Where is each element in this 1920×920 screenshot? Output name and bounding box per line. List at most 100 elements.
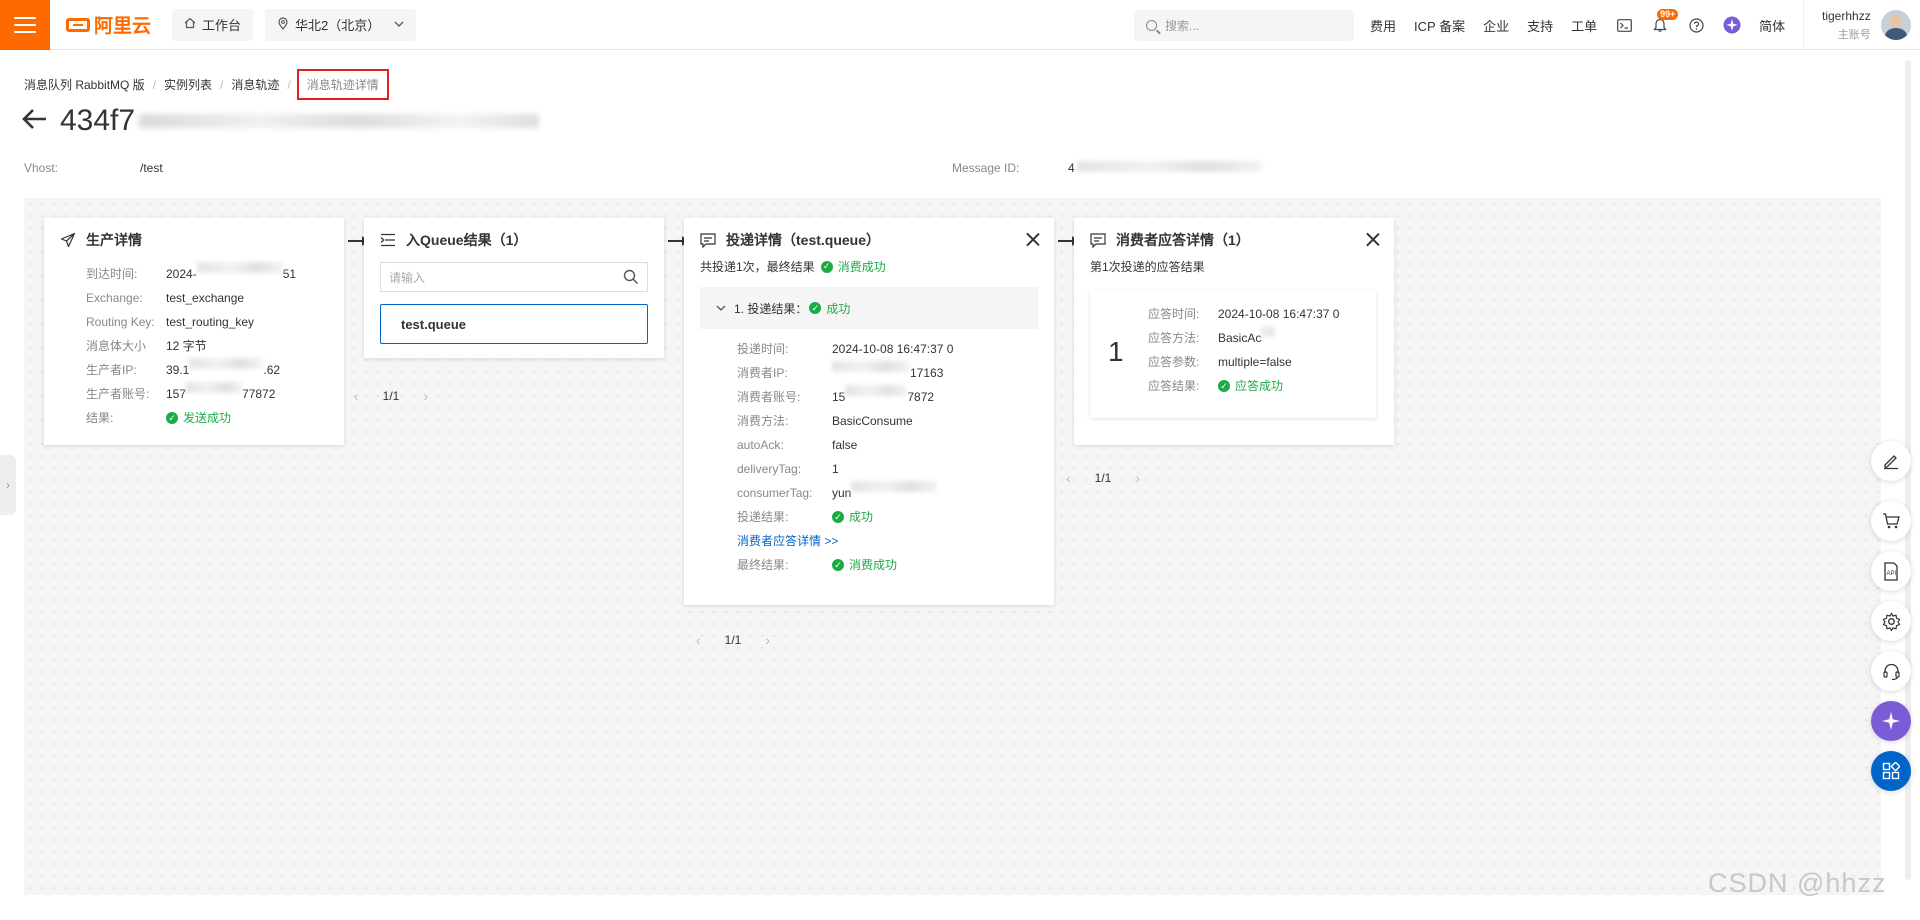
pager-prev-icon[interactable]: ‹ <box>1066 470 1071 486</box>
delivery-row: 投递时间: 2024-10-08 16:47:37 0 <box>737 342 954 356</box>
ack-pager: ‹ 1/1 › <box>1066 470 1140 486</box>
home-icon <box>184 17 196 32</box>
consumer-ack-card: 消费者应答详情（1） 第1次投递的应答结果 1 应答时间: 2024-10-08 … <box>1074 218 1394 445</box>
aliyun-logo[interactable]: 阿里云 <box>66 11 160 38</box>
delivery-detail-card: 投递详情（test.queue） 共投递1次，最终结果 ✓ 消费成功 1. 投递结… <box>684 218 1054 605</box>
ack-index: 1 <box>1108 336 1124 367</box>
top-navigation-bar: 阿里云 工作台 华北2（北京） 搜索... 费用 ICP 备案 企业 支持 工单… <box>0 0 1920 50</box>
breadcrumb-item-instance-list[interactable]: 实例列表 <box>164 76 212 93</box>
ack-row: 应答方法: BasicAc <box>1148 326 1339 350</box>
pager-next-icon[interactable]: › <box>423 388 428 404</box>
delivery-summary: 共投递1次，最终结果 ✓ 消费成功 <box>700 260 886 274</box>
delivery-row: consumerTag: yun <box>737 481 1054 505</box>
redacted-value <box>186 382 243 393</box>
breadcrumb-item-rabbitmq[interactable]: 消息队列 RabbitMQ 版 <box>24 76 145 93</box>
producer-row: 消息体大小 12 字节 <box>86 339 207 353</box>
breadcrumb-item-message-trace[interactable]: 消息轨迹 <box>231 76 279 93</box>
delivery-attempt-header[interactable]: 1. 投递结果： ✓ 成功 <box>700 287 1038 329</box>
delivery-result-row: 投递结果: ✓ 成功 <box>737 510 874 524</box>
search-icon <box>1146 20 1157 31</box>
chevron-down-icon <box>394 19 404 30</box>
top-nav-links: 费用 ICP 备案 企业 支持 工单 99+ 简体 <box>1370 0 1803 50</box>
global-search-input[interactable]: 搜索... <box>1134 10 1354 41</box>
redacted-title <box>139 114 540 128</box>
back-arrow-icon[interactable] <box>22 106 48 136</box>
headset-icon[interactable] <box>1871 651 1911 691</box>
page-title: 434f7 <box>22 104 540 138</box>
bell-icon[interactable]: 99+ <box>1651 9 1679 34</box>
redacted-value <box>196 262 283 273</box>
breadcrumb: 消息队列 RabbitMQ 版 / 实例列表 / 消息轨迹 / 消息轨迹详情 <box>24 69 389 100</box>
check-circle-icon: ✓ <box>1218 380 1230 392</box>
nav-link-icp[interactable]: ICP 备案 <box>1414 16 1465 35</box>
redacted-value <box>832 361 910 372</box>
help-icon[interactable] <box>1687 16 1705 34</box>
ai-assistant-icon[interactable] <box>1723 16 1741 34</box>
language-switch[interactable]: 简体 <box>1759 16 1785 35</box>
producer-row: Exchange: test_exchange <box>86 291 245 305</box>
list-indent-icon <box>380 232 396 248</box>
message-icon <box>700 232 716 248</box>
search-icon[interactable] <box>623 269 639 285</box>
user-menu[interactable]: tigerhhzz 主账号 <box>1803 0 1911 50</box>
message-id-label: Message ID: <box>952 161 1020 175</box>
producer-result-row: 结果: ✓ 发送成功 <box>86 406 344 430</box>
logo-text: 阿里云 <box>94 16 152 37</box>
api-doc-icon[interactable]: API <box>1871 551 1911 591</box>
terminal-icon[interactable] <box>1615 16 1633 34</box>
close-icon[interactable] <box>1026 232 1040 246</box>
message-id-field: Message ID: 4 <box>952 161 1262 175</box>
close-icon[interactable] <box>1366 232 1380 246</box>
ai-assistant-icon[interactable] <box>1871 701 1911 741</box>
aliyun-logo-icon <box>66 17 90 32</box>
pager-next-icon[interactable]: › <box>1135 470 1140 486</box>
queue-card-title: 入Queue结果（1） <box>406 232 528 248</box>
pager-prev-icon[interactable]: ‹ <box>696 632 701 648</box>
notification-badge: 99+ <box>1657 9 1679 20</box>
region-selector[interactable]: 华北2（北京） <box>265 8 417 41</box>
location-pin-icon <box>277 16 289 33</box>
breadcrumb-current: 消息轨迹详情 <box>296 69 389 100</box>
producer-row: 生产者账号: 157 77872 <box>86 382 344 406</box>
pager-text: 1/1 <box>1094 471 1112 485</box>
region-label: 华北2（北京） <box>295 18 381 33</box>
check-circle-icon: ✓ <box>166 412 178 424</box>
nav-link-support[interactable]: 支持 <box>1527 16 1553 35</box>
cart-icon[interactable] <box>1871 501 1911 541</box>
pager-prev-icon[interactable]: ‹ <box>354 388 359 404</box>
nav-link-enterprise[interactable]: 企业 <box>1483 16 1509 35</box>
delivery-row: 消费者IP: 17163 <box>737 361 1054 385</box>
ack-row: 应答参数: multiple=false <box>1148 355 1292 369</box>
ack-result-row: 应答结果: ✓ 应答成功 <box>1148 379 1284 393</box>
avatar[interactable] <box>1880 10 1911 40</box>
edit-icon[interactable] <box>1871 441 1911 481</box>
check-circle-icon: ✓ <box>820 260 833 273</box>
pager-next-icon[interactable]: › <box>765 632 770 648</box>
nav-link-ticket[interactable]: 工单 <box>1571 16 1597 35</box>
queue-search-input[interactable]: 请输入 <box>380 262 648 292</box>
user-role: 主账号 <box>1837 28 1871 41</box>
watermark: CSDN @hhzz <box>1708 868 1887 898</box>
consumer-ack-detail-link[interactable]: 消费者应答详情 >> <box>737 529 838 553</box>
check-circle-icon: ✓ <box>832 559 844 571</box>
gear-icon[interactable] <box>1871 601 1911 641</box>
producer-detail-card: 生产详情 到达时间: 2024- 51 Exchange: test_exchange… <box>44 218 344 445</box>
flow-arrow <box>668 236 688 246</box>
delivery-row: 消费方法: BasicConsume <box>737 414 913 428</box>
apps-grid-icon[interactable] <box>1871 751 1911 791</box>
redacted-message-id <box>1076 161 1262 172</box>
side-panel-toggle[interactable]: › <box>0 455 16 515</box>
producer-row: 到达时间: 2024- 51 <box>86 262 344 286</box>
vhost-field: Vhost: /test <box>24 161 163 175</box>
delivery-pager: ‹ 1/1 › <box>696 632 770 648</box>
queue-item[interactable]: test.queue <box>380 304 648 344</box>
hamburger-menu-button[interactable] <box>0 0 50 50</box>
nav-link-billing[interactable]: 费用 <box>1370 16 1396 35</box>
queue-search-placeholder: 请输入 <box>389 270 426 285</box>
consumer-ack-link-row: 消费者应答详情 >> <box>737 529 1054 553</box>
producer-card-title: 生产详情 <box>86 232 142 248</box>
message-id-title: 434f7 <box>60 104 136 137</box>
delivery-card-title: 投递详情（test.queue） <box>726 232 881 248</box>
workbench-button[interactable]: 工作台 <box>172 8 254 41</box>
flow-arrow <box>348 236 368 246</box>
